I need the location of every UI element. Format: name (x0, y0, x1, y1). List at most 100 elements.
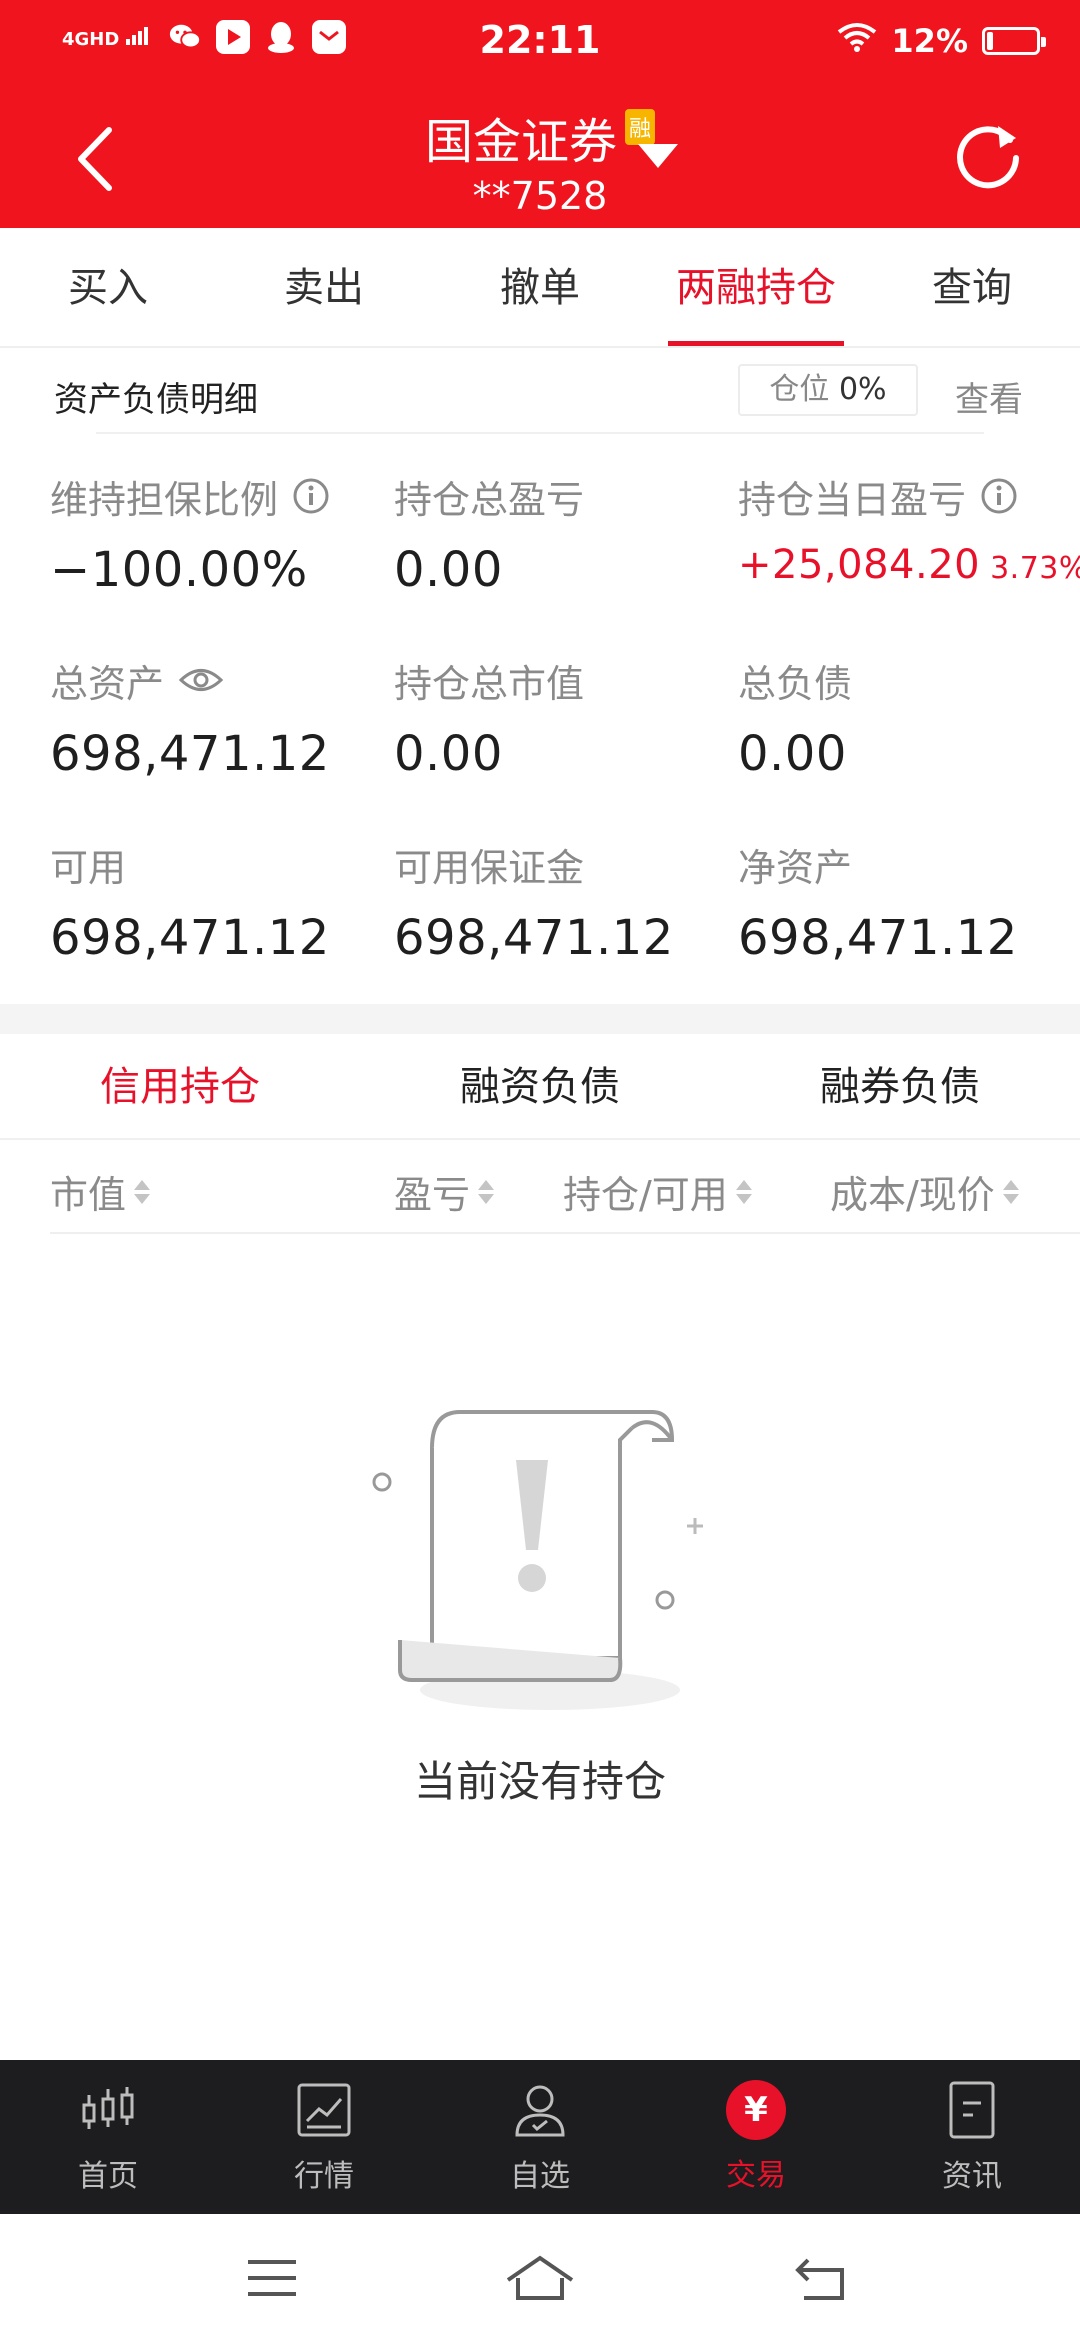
tab-cancel[interactable]: 撤单 (432, 228, 648, 346)
section-separator (0, 1004, 1080, 1034)
metric-value: 0.00 (394, 726, 503, 782)
metrics-row: 总资产 698,471.12 持仓总市值 0.00 总负债 0.00 (0, 652, 1080, 836)
metric-value: 698,471.12 (50, 726, 330, 782)
nav-label: 自选 (510, 2159, 570, 2194)
metric-label: 持仓当日盈亏 (738, 477, 967, 522)
metric-total-assets: 总资产 698,471.12 (50, 652, 330, 783)
candlestick-icon (82, 2087, 134, 2129)
user-star-icon (515, 2085, 565, 2137)
tab-margin-positions[interactable]: 两融持仓 (648, 228, 864, 346)
column-label: 盈亏 (394, 1173, 471, 1217)
metric-value: 0.00 (394, 542, 503, 598)
status-right: 12% (837, 22, 1046, 60)
yen-icon: ¥ (726, 2080, 786, 2140)
metric-value: 0.00 (738, 726, 847, 782)
margin-badge: 融 (625, 109, 656, 145)
metric-label: 可用保证金 (394, 845, 585, 890)
sort-icon (134, 1179, 151, 1204)
nav-label: 首页 (78, 2159, 138, 2194)
sort-icon (735, 1179, 752, 1204)
metric-value: 698,471.12 (394, 910, 674, 966)
metrics-row: 维持担保比例 −100.00% 持仓总盈亏 0.00 持仓当日盈亏 +25,08… (0, 468, 1080, 652)
eye-icon[interactable] (178, 665, 224, 695)
metric-total-pnl: 持仓总盈亏 0.00 (394, 468, 585, 599)
tab-sell[interactable]: 卖出 (216, 228, 432, 346)
position-subtabs: 信用持仓 融资负债 融券负债 (0, 1034, 1080, 1140)
metric-value: 698,471.12 (50, 910, 330, 966)
position-label: 仓位 (769, 372, 830, 407)
metric-maintenance-ratio: 维持担保比例 −100.00% (50, 468, 330, 598)
position-value: 0% (838, 372, 887, 407)
column-label: 市值 (50, 1173, 127, 1217)
tab-credit-positions[interactable]: 信用持仓 (0, 1034, 360, 1138)
asset-detail-row: 资产负债明细 仓位 0% 查看 (0, 350, 1080, 436)
metric-total-liabilities: 总负债 0.00 (738, 652, 853, 783)
view-detail-link[interactable]: 查看 (955, 372, 1023, 421)
tab-short-liabilities[interactable]: 融券负债 (720, 1034, 1080, 1138)
nav-market[interactable]: 行情 (216, 2060, 432, 2214)
metric-label: 持仓总市值 (394, 661, 585, 706)
metric-label: 净资产 (738, 845, 853, 890)
column-pnl[interactable]: 盈亏 (394, 1164, 495, 1219)
column-market-value[interactable]: 市值 (50, 1164, 151, 1219)
metrics-grid: 维持担保比例 −100.00% 持仓总盈亏 0.00 持仓当日盈亏 +25,08… (0, 468, 1080, 1020)
tab-buy[interactable]: 买入 (0, 228, 216, 346)
account-number: **7528 (472, 174, 608, 218)
nav-label: 交易 (726, 2158, 786, 2193)
tab-query[interactable]: 查询 (864, 228, 1080, 346)
home-icon[interactable] (504, 2250, 576, 2306)
asset-detail-title: 资产负债明细 (54, 380, 258, 420)
nav-watchlist[interactable]: 自选 (432, 2060, 648, 2214)
metrics-row: 可用 698,471.12 可用保证金 698,471.12 净资产 698,4… (0, 836, 1080, 1020)
column-cost-price[interactable]: 成本/现价 (830, 1164, 1019, 1219)
tab-financing-liabilities[interactable]: 融资负债 (360, 1034, 720, 1138)
position-table-header: 市值 盈亏 持仓/可用 成本/现价 (0, 1140, 1080, 1234)
menu-icon[interactable] (242, 2250, 302, 2306)
metric-label: 维持担保比例 (50, 477, 279, 522)
metric-daily-pnl: 持仓当日盈亏 +25,084.20 3.73% (738, 468, 1080, 589)
dropdown-caret-icon[interactable] (638, 144, 678, 168)
empty-state-message: 当前没有持仓 (413, 1757, 666, 1806)
app-header: 国金证券 融 **7528 (0, 84, 1080, 228)
divider (96, 432, 984, 434)
metric-label: 持仓总盈亏 (394, 477, 585, 522)
metric-label: 总负债 (738, 661, 853, 706)
position-ratio: 仓位 0% (738, 364, 918, 416)
news-doc-icon (949, 2081, 995, 2139)
account-switcher[interactable]: 国金证券 融 **7528 (0, 102, 1080, 218)
metric-available: 可用 698,471.12 (50, 836, 330, 967)
metric-label: 总资产 (50, 661, 165, 706)
refresh-button[interactable] (950, 118, 1026, 194)
column-label: 成本/现价 (830, 1173, 995, 1217)
return-icon[interactable] (792, 2250, 852, 2306)
metric-value: 698,471.12 (738, 910, 1018, 966)
system-nav-bar (0, 2214, 1080, 2340)
broker-title: 国金证券 (424, 114, 617, 170)
column-holding-available[interactable]: 持仓/可用 (563, 1164, 752, 1219)
divider (50, 1232, 1080, 1234)
info-icon[interactable] (292, 477, 330, 515)
trend-chart-icon (297, 2083, 351, 2137)
nav-home[interactable]: 首页 (0, 2060, 216, 2214)
nav-label: 资讯 (942, 2159, 1002, 2194)
sort-icon (1002, 1179, 1019, 1204)
metric-value: −100.00% (50, 542, 308, 598)
metric-label: 可用 (50, 845, 127, 890)
column-label: 持仓/可用 (563, 1173, 728, 1217)
metric-total-market-value: 持仓总市值 0.00 (394, 652, 585, 783)
nav-label: 行情 (294, 2159, 354, 2194)
top-bar: 4GHD 22:11 12% 国金证券 融 **7528 (0, 0, 1080, 228)
info-icon[interactable] (980, 477, 1018, 515)
nav-news[interactable]: 资讯 (864, 2060, 1080, 2214)
nav-trade[interactable]: ¥ 交易 (648, 2060, 864, 2214)
daily-pnl-percent: 3.73% (990, 551, 1080, 586)
status-bar: 4GHD 22:11 12% (0, 0, 1080, 84)
daily-pnl-amount: +25,084.20 (738, 542, 981, 588)
trade-tabs: 买入 卖出 撤单 两融持仓 查询 (0, 228, 1080, 348)
empty-scroll-icon (372, 1410, 703, 1710)
wifi-icon (837, 22, 877, 60)
metric-value: +25,084.20 3.73% (738, 542, 1080, 588)
metric-net-assets: 净资产 698,471.12 (738, 836, 1018, 967)
battery-icon (982, 27, 1046, 55)
metric-available-margin: 可用保证金 698,471.12 (394, 836, 674, 967)
